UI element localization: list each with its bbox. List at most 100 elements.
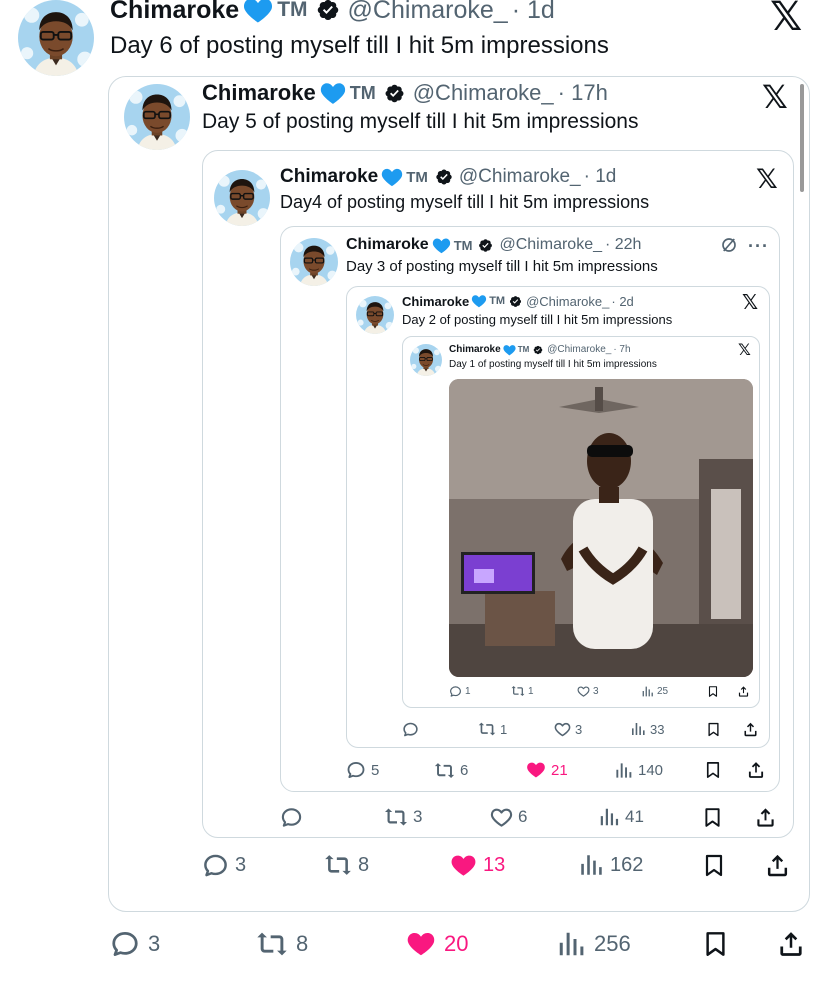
views-count: 25 — [657, 685, 669, 697]
bookmark-icon — [702, 806, 723, 829]
repost-button[interactable]: 3 — [384, 805, 422, 829]
repost-button[interactable]: 8 — [256, 928, 308, 960]
repost-button[interactable]: 8 — [324, 851, 369, 879]
reply-button[interactable] — [280, 806, 308, 829]
bookmark-button[interactable] — [702, 806, 723, 829]
verified-badge-icon — [509, 295, 522, 308]
bookmark-icon — [702, 929, 729, 959]
tweet-header: Chimaroke TM @Chimaroke_ · 1d — [110, 0, 555, 26]
share-button[interactable] — [742, 721, 759, 738]
bookmark-icon — [707, 685, 719, 698]
share-button[interactable] — [737, 685, 750, 698]
tweet-header: Chimaroke TM @Chimaroke_ · 1d — [280, 164, 616, 190]
tweet-actions: 3 8 20 256 — [110, 927, 806, 961]
tweet-time[interactable]: · 1d — [512, 0, 555, 25]
bookmark-button[interactable] — [706, 721, 721, 738]
views-button[interactable]: 25 — [641, 685, 668, 698]
avatar[interactable] — [290, 238, 338, 286]
reply-count: 1 — [465, 685, 471, 697]
tweet-actions: 3 6 41 — [280, 804, 780, 830]
reply-icon — [449, 685, 462, 698]
author-handle[interactable]: @Chimaroke_ — [499, 236, 602, 254]
bookmark-icon — [702, 852, 726, 879]
like-icon — [406, 929, 436, 959]
scrollbar[interactable] — [800, 84, 804, 192]
like-button[interactable]: 13 — [450, 852, 505, 879]
views-icon — [598, 806, 620, 828]
blue-heart-icon — [381, 167, 403, 187]
repost-button[interactable]: 1 — [478, 720, 507, 738]
like-count: 20 — [444, 931, 469, 956]
avatar[interactable] — [410, 344, 442, 376]
like-icon — [554, 721, 571, 738]
author-name[interactable]: Chimaroke — [402, 294, 469, 309]
views-button[interactable]: 256 — [556, 929, 631, 959]
like-button[interactable]: 6 — [490, 806, 527, 829]
repost-icon — [384, 805, 408, 829]
reply-icon — [346, 760, 366, 780]
avatar[interactable] — [356, 296, 394, 334]
more-icon[interactable]: ··· — [748, 236, 769, 257]
reply-button[interactable] — [402, 721, 423, 738]
author-name[interactable]: Chimaroke — [110, 0, 239, 25]
tweet-time[interactable]: · 1d — [584, 166, 617, 188]
repost-icon — [324, 851, 352, 879]
views-button[interactable]: 162 — [578, 852, 643, 878]
like-button[interactable]: 21 — [526, 760, 568, 780]
share-button[interactable] — [746, 760, 766, 780]
views-button[interactable]: 140 — [614, 761, 663, 780]
like-button[interactable]: 3 — [554, 721, 582, 738]
reply-button[interactable]: 1 — [449, 685, 471, 698]
avatar[interactable] — [124, 84, 190, 150]
reply-count: 3 — [148, 931, 161, 956]
tweet-photo[interactable] — [449, 379, 753, 677]
author-handle[interactable]: @Chimaroke_ — [547, 344, 611, 355]
like-button[interactable]: 3 — [577, 685, 599, 698]
views-count: 41 — [625, 807, 644, 826]
tweet-time[interactable]: · 22h — [605, 236, 641, 254]
author-handle[interactable]: @Chimaroke_ — [413, 80, 554, 106]
views-icon — [614, 761, 633, 780]
share-icon — [776, 929, 806, 959]
share-button[interactable] — [776, 929, 806, 959]
reply-button[interactable]: 5 — [346, 760, 379, 780]
author-handle[interactable]: @Chimaroke_ — [348, 0, 508, 25]
reply-icon — [402, 721, 419, 738]
author-name[interactable]: Chimaroke — [346, 236, 429, 254]
tweet-header: Chimaroke TM @Chimaroke_ · 7h — [449, 342, 631, 357]
tweet-time[interactable]: · 2d — [611, 294, 633, 309]
repost-button[interactable]: 6 — [434, 760, 468, 781]
reply-icon — [110, 929, 140, 959]
author-handle[interactable]: @Chimaroke_ — [526, 294, 609, 309]
share-button[interactable] — [764, 852, 791, 879]
views-count: 140 — [638, 761, 664, 779]
tm-badge: TM — [489, 295, 506, 307]
views-button[interactable]: 41 — [598, 806, 644, 828]
tweet-time[interactable]: · 17h — [558, 80, 608, 106]
avatar[interactable] — [214, 170, 270, 226]
author-name[interactable]: Chimaroke — [449, 344, 501, 355]
like-button[interactable]: 20 — [406, 929, 468, 959]
bookmark-button[interactable] — [702, 852, 726, 879]
share-button[interactable] — [754, 806, 777, 829]
grok-icon[interactable] — [720, 236, 738, 254]
avatar[interactable] — [18, 0, 94, 76]
views-button[interactable]: 33 — [630, 721, 664, 737]
tweet-actions: 1 3 33 — [402, 718, 760, 740]
tweet-text: Day 2 of posting myself till I hit 5m im… — [402, 312, 673, 327]
reply-button[interactable]: 3 — [110, 929, 160, 959]
tweet-header: Chimaroke TM @Chimaroke_ · 22h — [346, 234, 641, 256]
reply-button[interactable]: 3 — [202, 852, 246, 879]
reply-icon — [280, 806, 303, 829]
reply-count: 5 — [371, 761, 380, 779]
author-name[interactable]: Chimaroke — [280, 166, 378, 188]
author-handle[interactable]: @Chimaroke_ — [459, 166, 581, 188]
bookmark-button[interactable] — [707, 685, 719, 698]
repost-button[interactable]: 1 — [511, 684, 534, 698]
blue-heart-icon — [320, 81, 346, 105]
bookmark-button[interactable] — [704, 760, 722, 780]
share-icon — [737, 685, 750, 698]
tweet-time[interactable]: · 7h — [613, 344, 630, 355]
bookmark-button[interactable] — [702, 929, 729, 959]
author-name[interactable]: Chimaroke — [202, 80, 316, 106]
